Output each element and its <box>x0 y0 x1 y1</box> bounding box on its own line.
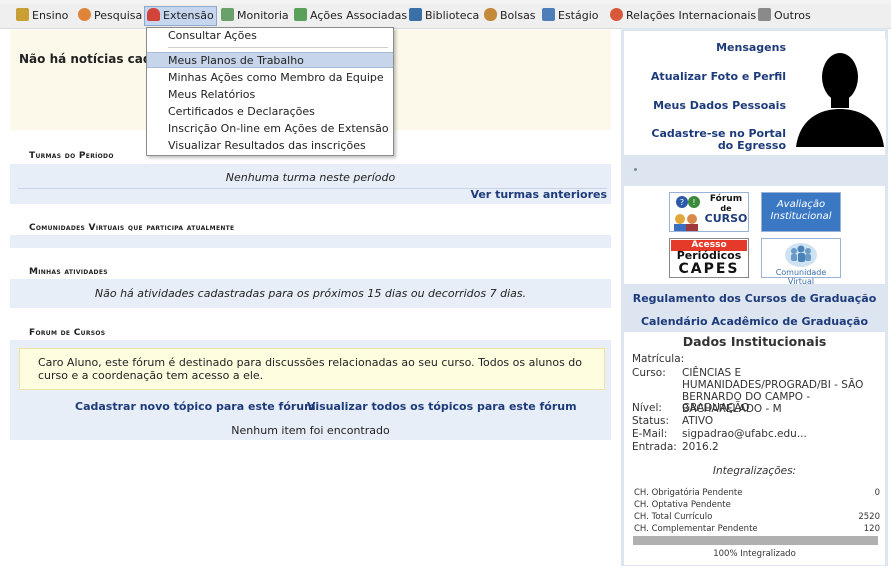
svg-text:?: ? <box>680 198 684 207</box>
nivel-label: Nível: <box>632 402 662 414</box>
curso-label: Curso: <box>632 367 666 379</box>
comunidade-logo-text: Comunidade Virtual <box>775 268 827 286</box>
entrada-label: Entrada: <box>632 441 677 453</box>
progress-fill <box>633 536 878 545</box>
library-icon <box>409 8 422 21</box>
portal-egresso-link[interactable]: Cadastre-se no Portal do Egresso <box>646 128 786 152</box>
dropdown-item-consultar-acoes[interactable]: Consultar Ações <box>147 28 393 44</box>
dropdown-item-certificados[interactable]: Certificados e Declarações <box>147 104 393 120</box>
comunidade-virtual-logo[interactable]: Comunidade Virtual <box>761 238 841 286</box>
menu-biblioteca[interactable]: Biblioteca <box>409 7 479 25</box>
puzzle-icon <box>294 8 307 21</box>
dropdown-item-acoes-membro[interactable]: Minhas Ações como Membro da Equipe <box>147 70 393 86</box>
menu-pesquisa[interactable]: Pesquisa <box>78 7 142 25</box>
separator-dot <box>634 168 637 171</box>
avaliacao-logo-text: Avaliação Institucional <box>770 199 832 222</box>
dados-title: Dados Institucionais <box>682 334 827 349</box>
view-all-topics-link[interactable]: Visualizar todos os tópicos para este fó… <box>307 400 577 413</box>
forum-notice: Caro Aluno, este fórum é destinado para … <box>19 348 605 390</box>
dropdown-item-meus-relatorios[interactable]: Meus Relatórios <box>147 87 393 103</box>
globe-icon <box>610 8 623 21</box>
regulamento-link[interactable]: Regulamento dos Cursos de Graduação <box>621 292 888 305</box>
calendario-link[interactable]: Calendário Acadêmico de Graduação <box>621 315 888 328</box>
capes-word: CAPES <box>678 261 740 277</box>
forum-logo-text: Fórum de CURSO <box>704 194 748 225</box>
dropdown-item-resultados-inscricoes[interactable]: Visualizar Resultados das inscrições <box>147 138 393 154</box>
flask-icon <box>78 8 91 21</box>
clipboard-icon <box>542 8 555 21</box>
menu-ensino[interactable]: Ensino <box>16 7 68 25</box>
dropdown-item-meus-planos[interactable]: Meus Planos de Trabalho <box>147 52 393 68</box>
status-label: Status: <box>632 415 669 427</box>
community-people-icon <box>785 243 817 267</box>
mensagens-link[interactable]: Mensagens <box>716 42 786 54</box>
avatar <box>794 39 886 147</box>
dropdown-separator <box>168 47 388 48</box>
menu-outros[interactable]: Outros <box>758 7 811 25</box>
atividades-section-title: Minhas atividades <box>29 267 108 277</box>
ch-total-row: CH. Total Currículo 2520 <box>634 512 880 522</box>
capes-periodicos: Periódicos <box>676 249 742 262</box>
ch-optativa-row: CH. Optativa Pendente <box>634 500 731 510</box>
ch-complementar-row: CH. Complementar Pendente 120 <box>634 524 880 534</box>
menu-acoes-associadas[interactable]: Ações Associadas <box>294 7 407 25</box>
comunidades-section-title: Comunidades Virtuais que participa atual… <box>29 223 235 233</box>
menu-bolsas[interactable]: Bolsas <box>484 7 536 25</box>
heart-hands-icon <box>147 8 160 21</box>
atividades-empty-text: Não há atividades cadastradas para os pr… <box>94 287 527 300</box>
person-icon <box>484 8 497 21</box>
integralizacoes-heading: Integralizações: <box>712 465 797 477</box>
forum-curso-logo[interactable]: ? ! Fórum de CURSO <box>669 192 749 232</box>
turmas-box: Nenhuma turma neste período Ver turmas a… <box>10 164 611 204</box>
new-topic-link[interactable]: Cadastrar novo tópico para este fórum <box>75 400 316 413</box>
menu-monitoria[interactable]: Monitoria <box>221 7 289 25</box>
meus-dados-link[interactable]: Meus Dados Pessoais <box>653 100 786 112</box>
ver-turmas-anteriores-link[interactable]: Ver turmas anteriores <box>470 188 607 201</box>
profile-box: Mensagens Atualizar Foto e Perfil Meus D… <box>624 31 886 155</box>
capes-logo[interactable]: Acesso Externo Periódicos CAPES <box>669 238 749 278</box>
atividades-box: Não há atividades cadastradas para os pr… <box>10 279 611 308</box>
atualizar-foto-link[interactable]: Atualizar Foto e Perfil <box>651 71 786 83</box>
menu-extensao[interactable]: Extensão <box>144 6 217 26</box>
forum-empty-text: Nenhum item foi encontrado <box>231 424 390 437</box>
monitor-person-icon <box>221 8 234 21</box>
svg-text:!: ! <box>692 198 695 207</box>
comunidades-box <box>10 235 611 248</box>
tools-icon <box>758 8 771 21</box>
nivel-value: GRADUAÇÃO <box>682 402 750 414</box>
turmas-empty-text: Nenhuma turma neste período <box>225 171 396 184</box>
dados-institucionais-panel: Dados Institucionais Matrícula: Curso: C… <box>624 332 885 565</box>
main-menu-bar: Ensino Pesquisa Extensão Monitoria Ações… <box>0 4 891 29</box>
book-stack-icon <box>16 8 29 21</box>
matricula-label: Matrícula: <box>632 353 685 365</box>
email-value: sigpadrao@ufabc.edu... <box>682 428 807 440</box>
forum-section-title: Forum de Cursos <box>29 328 106 338</box>
logos-box: ? ! Fórum de CURSO Avaliação Institucional … <box>624 186 885 286</box>
email-label: E-Mail: <box>632 428 668 440</box>
integralizado-label: 100% Integralizado <box>713 549 796 559</box>
menu-estagio[interactable]: Estágio <box>542 7 599 25</box>
dropdown-item-inscricao-online[interactable]: Inscrição On-line em Ações de Extensão <box>147 121 393 137</box>
ch-obrigatoria-row: CH. Obrigatória Pendente 0 <box>634 488 880 498</box>
extensao-dropdown: Consultar Ações Meus Planos de Trabalho … <box>146 27 394 156</box>
turmas-section-title: Turmas do Período <box>29 151 114 161</box>
avaliacao-institucional-logo[interactable]: Avaliação Institucional <box>761 192 841 232</box>
integralizacao-progress-bar <box>633 536 878 545</box>
entrada-value: 2016.2 <box>682 441 719 453</box>
status-value: ATIVO <box>682 415 714 427</box>
menu-relacoes-internacionais[interactable]: Relações Internacionais <box>610 7 756 25</box>
